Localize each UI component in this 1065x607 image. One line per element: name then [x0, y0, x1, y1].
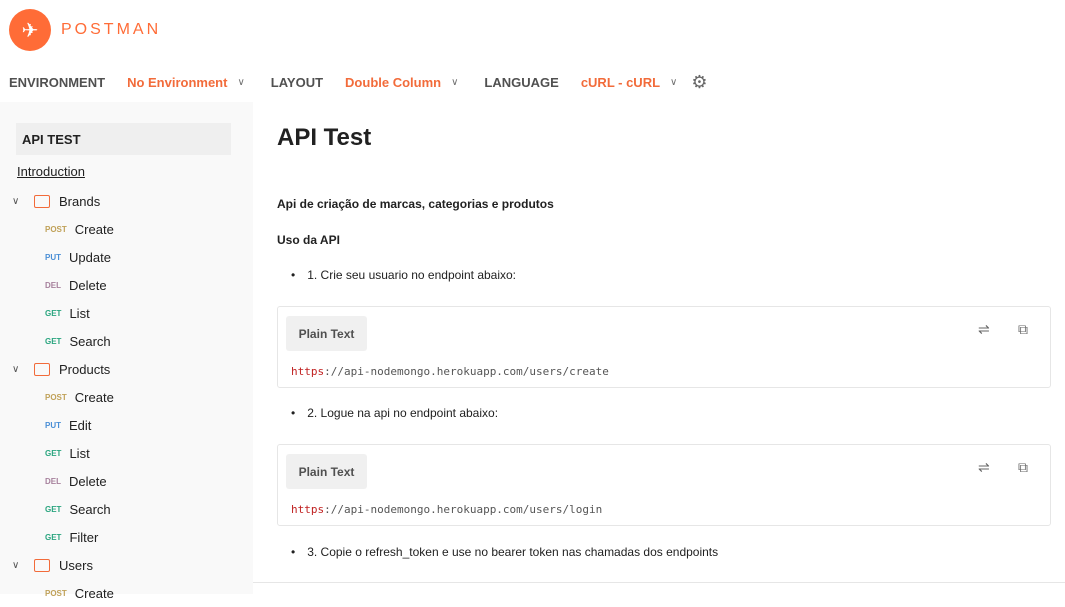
- request-name: Create: [74, 389, 114, 405]
- page-title: API Test: [277, 124, 372, 151]
- layout-dropdown[interactable]: Double Column ∨: [345, 75, 458, 90]
- divider: [253, 582, 1065, 583]
- request-name: List: [69, 305, 90, 321]
- request-name: Create: [74, 585, 114, 601]
- chevron-down-icon[interactable]: ∨: [12, 560, 34, 571]
- wrap-icon[interactable]: ⇌: [978, 321, 990, 338]
- method-badge: POST: [45, 224, 67, 234]
- chevron-down-icon: ∨: [670, 76, 678, 88]
- request-item[interactable]: DEL Delete: [0, 467, 253, 495]
- collection-tree: ∨ Brands POST Create PUT Update DEL Delete GET Li…: [0, 187, 253, 607]
- folder-brands[interactable]: ∨ Brands: [0, 187, 253, 215]
- folder-name: Brands: [59, 193, 101, 209]
- request-item[interactable]: PUT Update: [0, 243, 253, 271]
- folder-name: Users: [59, 557, 93, 573]
- request-name: List: [69, 445, 90, 461]
- language-label: LANGUAGE: [484, 74, 559, 90]
- copy-icon[interactable]: ⧉: [1018, 459, 1028, 476]
- folder-users[interactable]: ∨ Users: [0, 551, 253, 579]
- method-badge: PUT: [45, 252, 61, 262]
- language-badge: Plain Text: [286, 454, 367, 489]
- request-item[interactable]: GET Search: [0, 495, 253, 523]
- request-item[interactable]: GET Search: [0, 327, 253, 355]
- sidebar: API TEST Introduction ∨ Brands POST Create P…: [0, 102, 253, 601]
- folder-icon: [34, 194, 50, 208]
- request-item[interactable]: PUT Edit: [0, 411, 253, 439]
- request-name: Search: [69, 333, 111, 349]
- method-badge: GET: [45, 336, 62, 346]
- step-3: 3. Copie o refresh_token e use no bearer…: [291, 545, 718, 559]
- method-badge: POST: [45, 588, 67, 598]
- language-badge: Plain Text: [286, 316, 367, 351]
- section-heading: Uso da API: [277, 233, 340, 247]
- folder-icon: [34, 558, 50, 572]
- request-name: Edit: [69, 417, 92, 433]
- introduction-link[interactable]: Introduction: [17, 164, 85, 179]
- url-scheme: https: [291, 365, 325, 378]
- request-name: Delete: [69, 473, 107, 489]
- wrap-icon[interactable]: ⇌: [978, 459, 990, 476]
- request-name: Search: [69, 501, 111, 517]
- method-badge: POST: [45, 392, 67, 402]
- request-item[interactable]: GET List: [0, 439, 253, 467]
- chevron-down-icon[interactable]: ∨: [12, 196, 34, 207]
- request-item[interactable]: DEL Delete: [0, 271, 253, 299]
- method-badge: GET: [45, 448, 62, 458]
- brand-name: POSTMAN: [61, 21, 162, 38]
- url-rest: ://api-nodemongo.herokuapp.com/users/log…: [324, 503, 603, 516]
- toolbar: ENVIRONMENT No Environment ∨ LAYOUT Doubl…: [9, 72, 708, 92]
- layout-label: LAYOUT: [270, 74, 324, 90]
- request-name: Update: [69, 249, 111, 265]
- chevron-down-icon: ∨: [451, 76, 459, 88]
- code-block-create: Plain Text ⇌ ⧉ https://api-nodemongo.her…: [277, 306, 1051, 388]
- environment-label: ENVIRONMENT: [9, 74, 106, 90]
- request-name: Delete: [69, 277, 107, 293]
- code-url: https://api-nodemongo.herokuapp.com/user…: [291, 503, 602, 516]
- method-badge: GET: [45, 532, 62, 542]
- url-rest: ://api-nodemongo.herokuapp.com/users/cre…: [324, 365, 609, 378]
- method-badge: DEL: [45, 476, 61, 486]
- gear-icon[interactable]: ⚙: [691, 72, 707, 93]
- request-name: Create: [74, 221, 114, 237]
- request-item[interactable]: GET List: [0, 299, 253, 327]
- environment-value: No Environment: [127, 74, 228, 90]
- collection-title[interactable]: API TEST: [16, 123, 231, 155]
- request-item[interactable]: POST Create: [0, 579, 253, 607]
- layout-value: Double Column: [345, 74, 442, 90]
- request-name: Filter: [69, 529, 99, 545]
- code-block-login: Plain Text ⇌ ⧉ https://api-nodemongo.her…: [277, 444, 1051, 526]
- method-badge: GET: [45, 504, 62, 514]
- request-item[interactable]: GET Filter: [0, 523, 253, 551]
- folder-icon: [34, 362, 50, 376]
- language-dropdown[interactable]: cURL - cURL ∨: [581, 75, 678, 90]
- request-item[interactable]: POST Create: [0, 383, 253, 411]
- method-badge: PUT: [45, 420, 61, 430]
- folder-products[interactable]: ∨ Products: [0, 355, 253, 383]
- environment-dropdown[interactable]: No Environment ∨: [127, 75, 245, 90]
- method-badge: GET: [45, 308, 62, 318]
- url-scheme: https: [291, 503, 325, 516]
- step-2: 2. Logue na api no endpoint abaixo:: [291, 406, 498, 420]
- folder-name: Products: [59, 361, 111, 377]
- copy-icon[interactable]: ⧉: [1018, 321, 1028, 338]
- code-url: https://api-nodemongo.herokuapp.com/user…: [291, 365, 609, 378]
- language-value: cURL - cURL: [580, 74, 661, 90]
- chevron-down-icon: ∨: [237, 76, 245, 88]
- step-1: 1. Crie seu usuario no endpoint abaixo:: [291, 268, 516, 282]
- description: Api de criação de marcas, categorias e p…: [277, 197, 554, 211]
- method-badge: DEL: [45, 280, 61, 290]
- postman-rocket-icon: ✈: [9, 9, 51, 51]
- postman-logo: ✈ POSTMAN: [9, 9, 161, 51]
- request-item[interactable]: POST Create: [0, 215, 253, 243]
- chevron-down-icon[interactable]: ∨: [12, 364, 34, 375]
